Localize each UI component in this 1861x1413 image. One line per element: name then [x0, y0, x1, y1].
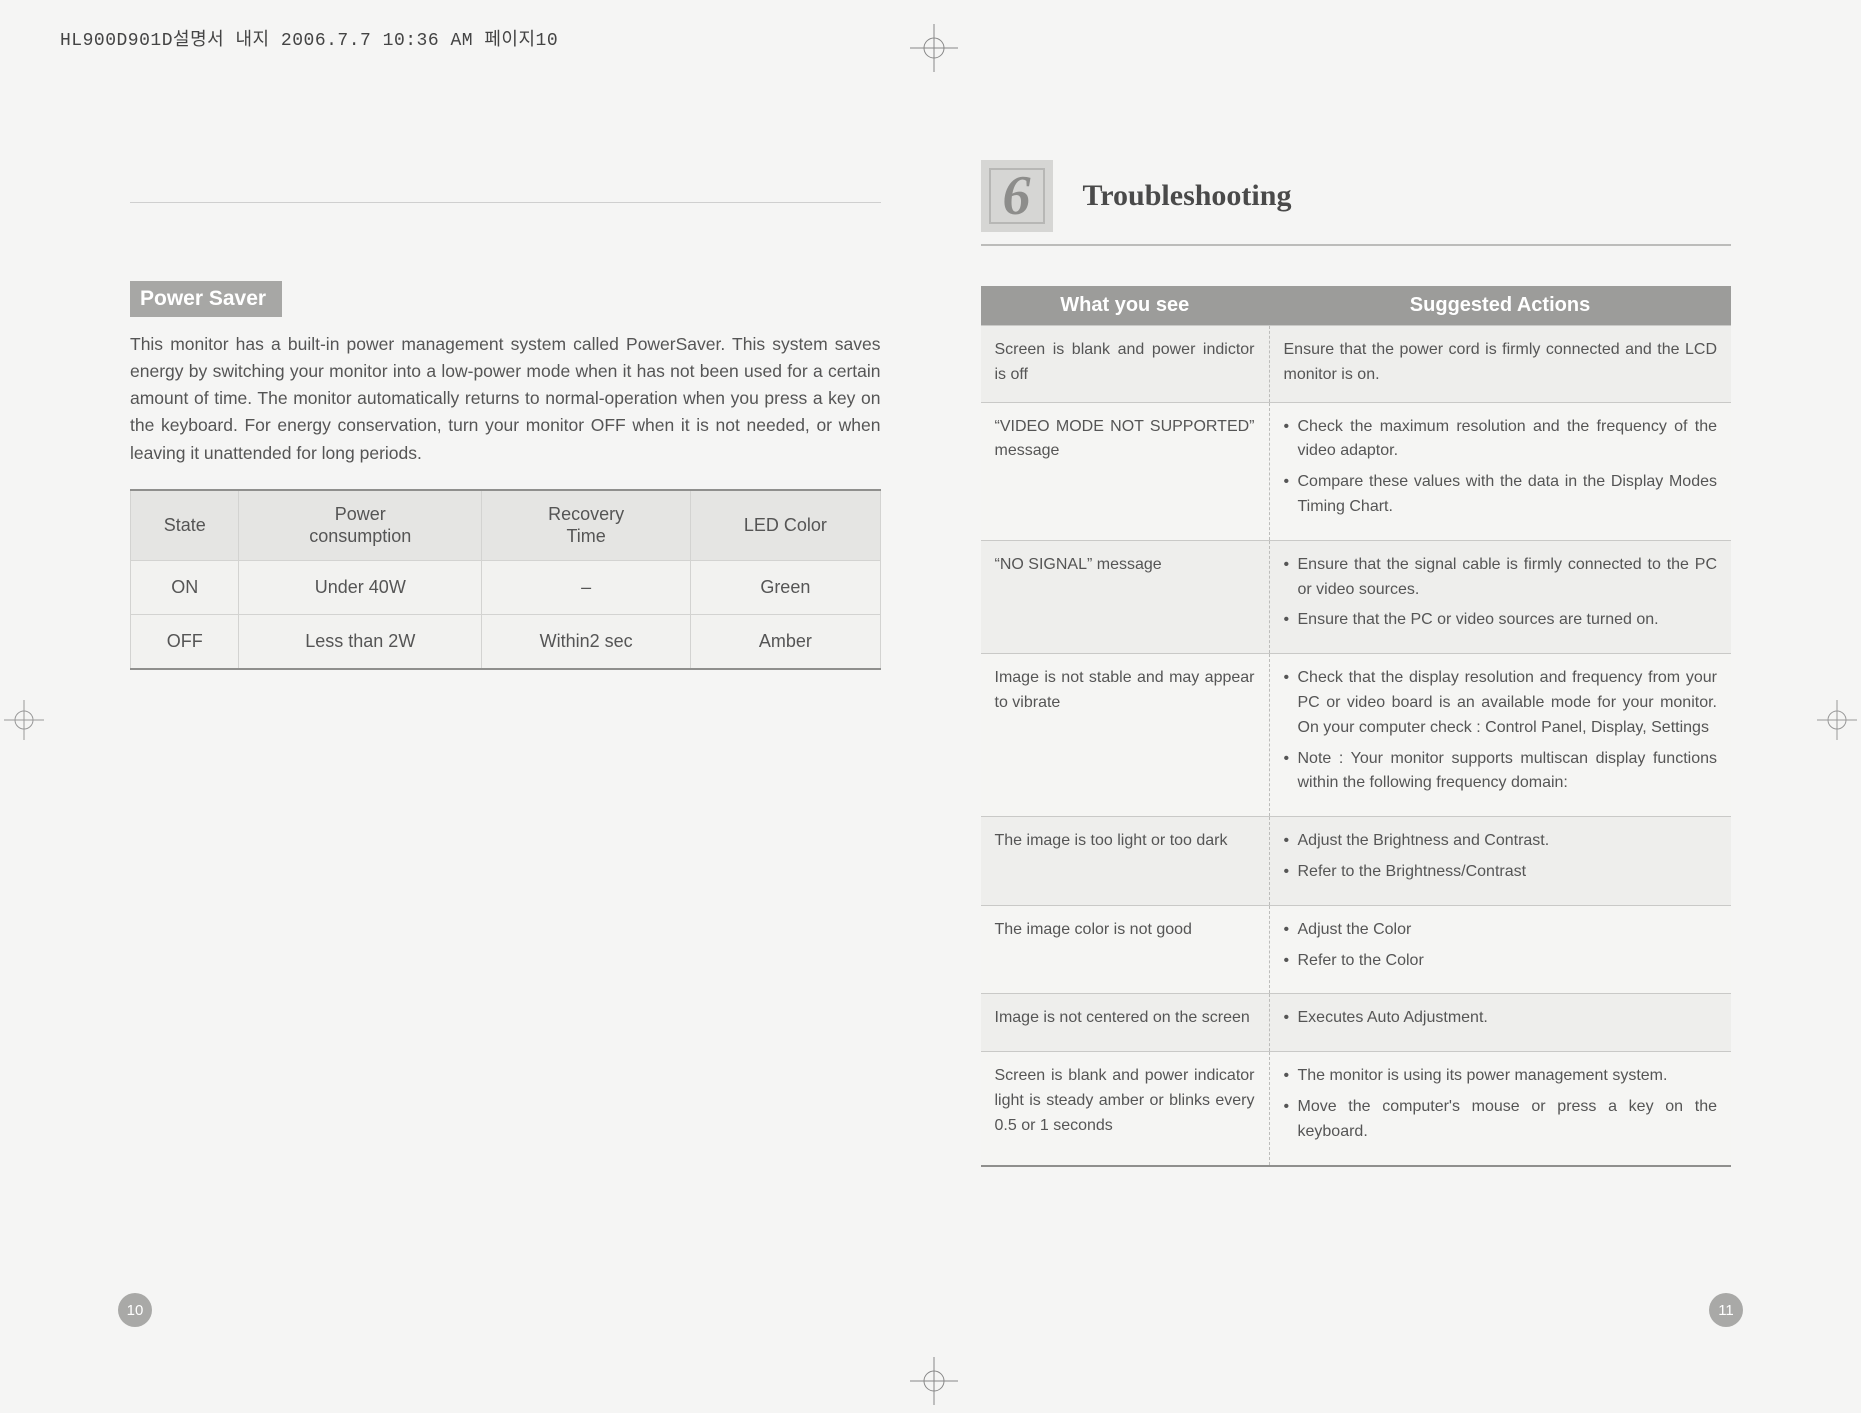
chapter-rule [981, 244, 1732, 246]
page-number-right: 11 [1709, 1293, 1743, 1327]
troubleshooting-table: What you see Suggested Actions Screen is… [981, 286, 1732, 1167]
table-row: ON Under 40W – Green [131, 560, 881, 614]
table-row: The image color is not goodAdjust the Co… [981, 905, 1732, 994]
action-cell: Adjust the ColorRefer to the Color [1269, 905, 1731, 994]
action-cell: Ensure that the signal cable is firmly c… [1269, 540, 1731, 653]
chapter-number-box: 6 [981, 160, 1053, 232]
symptom-cell: Screen is blank and power indicator ligh… [981, 1052, 1270, 1166]
ps-th-led: LED Color [691, 490, 880, 561]
chapter-title: Troubleshooting [1083, 179, 1292, 213]
symptom-cell: “VIDEO MODE NOT SUPPORTED” message [981, 402, 1270, 540]
page-right: 6 Troubleshooting What you see Suggested… [921, 110, 1772, 1353]
action-cell: The monitor is using its power managemen… [1269, 1052, 1731, 1166]
ps-th-recov: Recovery Time [482, 490, 691, 561]
symptom-cell: Image is not centered on the screen [981, 994, 1270, 1052]
registration-mark-bottom [910, 1357, 958, 1405]
action-cell: Check that the display resolution and fr… [1269, 654, 1731, 817]
power-saver-table: State Power consumption Recovery Time LE… [130, 489, 881, 670]
tr-th-symptom: What you see [981, 286, 1270, 326]
table-row: Screen is blank and power indictor is of… [981, 326, 1732, 403]
tr-th-actions: Suggested Actions [1269, 286, 1731, 326]
registration-mark-right [1817, 700, 1857, 745]
power-saver-description: This monitor has a built-in power manage… [130, 331, 881, 467]
table-row: The image is too light or too darkAdjust… [981, 817, 1732, 906]
table-row: OFF Less than 2W Within2 sec Amber [131, 614, 881, 669]
action-cell: Executes Auto Adjustment. [1269, 994, 1731, 1052]
page-left: Power Saver This monitor has a built-in … [90, 110, 921, 1353]
action-cell: Ensure that the power cord is firmly con… [1269, 326, 1731, 403]
section-heading-power-saver: Power Saver [130, 281, 282, 317]
chapter-number: 6 [1003, 164, 1031, 228]
print-job-header: HL900D901D설명서 내지 2006.7.7 10:36 AM 페이지10 [60, 25, 558, 51]
action-cell: Check the maximum resolution and the fre… [1269, 402, 1731, 540]
table-row: Image is not centered on the screenExecu… [981, 994, 1732, 1052]
ps-th-state: State [131, 490, 239, 561]
table-row: Image is not stable and may appear to vi… [981, 654, 1732, 817]
registration-mark-top [910, 24, 958, 72]
chapter-heading: 6 Troubleshooting [981, 160, 1732, 232]
action-cell: Adjust the Brightness and Contrast.Refer… [1269, 817, 1731, 906]
table-row: Screen is blank and power indicator ligh… [981, 1052, 1732, 1166]
symptom-cell: Image is not stable and may appear to vi… [981, 654, 1270, 817]
table-row: “NO SIGNAL” messageEnsure that the signa… [981, 540, 1732, 653]
page-spread: Power Saver This monitor has a built-in … [90, 110, 1771, 1353]
table-row: “VIDEO MODE NOT SUPPORTED” messageCheck … [981, 402, 1732, 540]
symptom-cell: The image color is not good [981, 905, 1270, 994]
symptom-cell: Screen is blank and power indictor is of… [981, 326, 1270, 403]
ps-th-consump: Power consumption [239, 490, 482, 561]
registration-mark-left [4, 700, 44, 745]
page-number-left: 10 [118, 1293, 152, 1327]
left-rule [130, 202, 881, 203]
symptom-cell: The image is too light or too dark [981, 817, 1270, 906]
symptom-cell: “NO SIGNAL” message [981, 540, 1270, 653]
manual-spread: HL900D901D설명서 내지 2006.7.7 10:36 AM 페이지10… [0, 0, 1861, 1413]
